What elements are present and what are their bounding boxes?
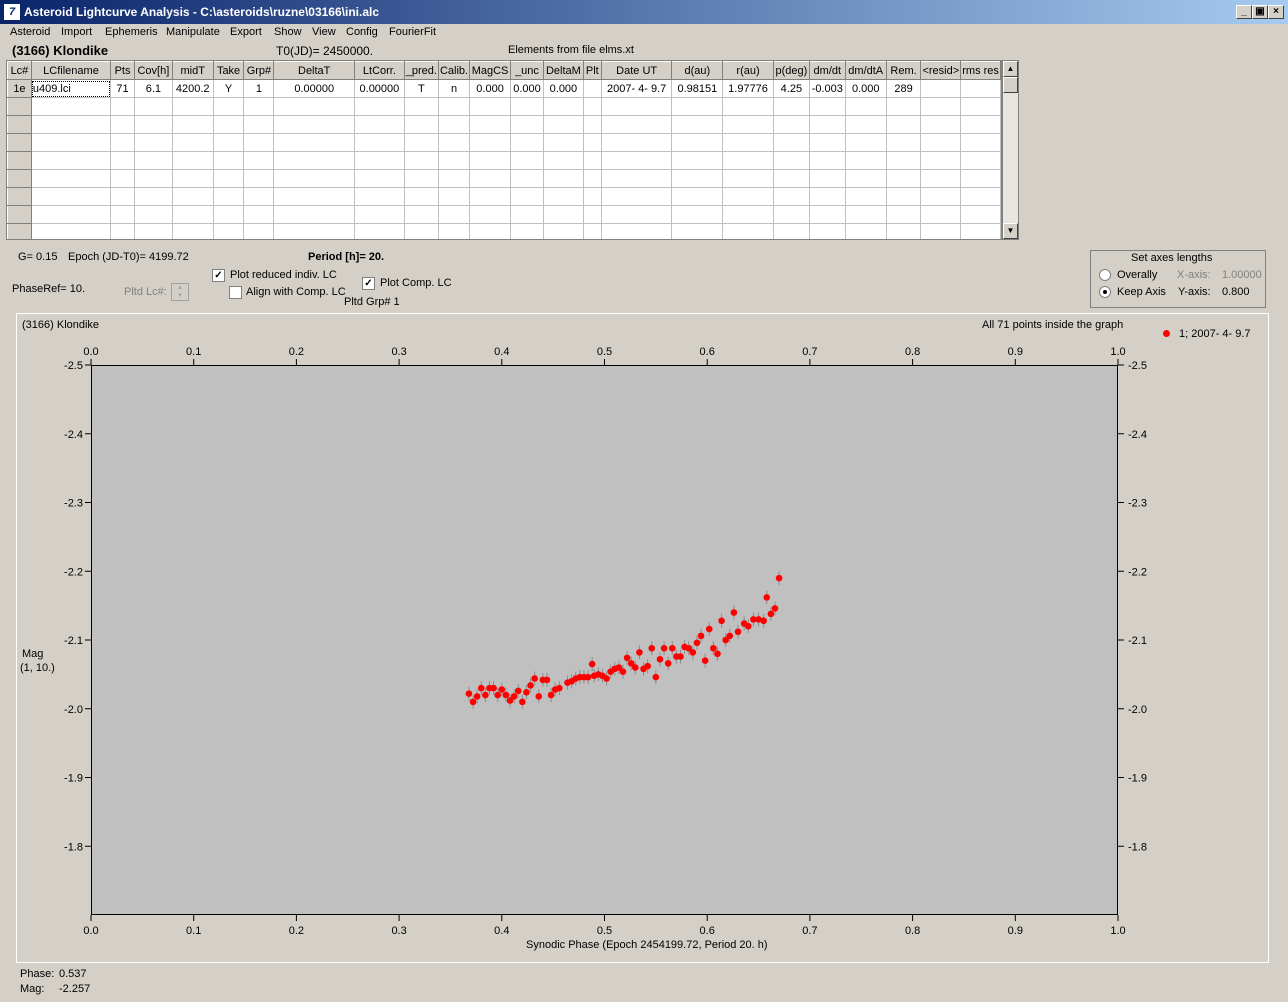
x-tick-label-bottom: 0.5 — [597, 925, 612, 937]
x-tick-label-bottom: 0.2 — [289, 925, 304, 937]
y-tick-label-right: -2.3 — [1128, 498, 1147, 510]
data-point — [490, 684, 497, 692]
x-tick-label-bottom: 0.9 — [1008, 925, 1023, 937]
data-point — [502, 691, 510, 699]
x-tick-label-bottom: 0.7 — [802, 925, 817, 937]
data-point — [726, 632, 734, 640]
data-point — [473, 693, 481, 700]
data-point — [771, 605, 779, 612]
data-point — [535, 693, 543, 700]
y-tick-label-left: -2.1 — [64, 635, 83, 647]
y-tick-label-right: -2.2 — [1128, 566, 1147, 578]
data-point — [514, 687, 522, 695]
data-point — [767, 610, 775, 618]
y-tick-label-left: -2.5 — [64, 360, 83, 372]
data-point — [543, 676, 551, 684]
y-tick-label-right: -2.5 — [1128, 360, 1147, 372]
x-tick-label-top: 0.6 — [700, 346, 715, 358]
x-tick-label-top: 0.5 — [597, 346, 612, 358]
x-tick-label-top: 0.2 — [289, 346, 304, 358]
x-tick-label-top: 0.3 — [391, 346, 406, 358]
data-point — [547, 691, 555, 699]
data-point — [775, 574, 783, 582]
data-point — [734, 628, 742, 636]
data-point — [714, 650, 721, 658]
mag-value: -2.257 — [59, 983, 91, 995]
data-point — [494, 691, 501, 699]
x-tick-label-bottom: 0.6 — [700, 925, 715, 937]
data-point — [697, 632, 705, 640]
x-tick-label-top: 0.0 — [83, 346, 98, 358]
data-point — [603, 675, 610, 682]
data-point — [498, 686, 506, 693]
data-point — [531, 675, 538, 682]
data-point — [636, 649, 643, 656]
y-tick-label-left: -2.4 — [64, 429, 83, 441]
data-point — [710, 644, 717, 652]
x-tick-label-top: 1.0 — [1110, 346, 1125, 358]
data-point — [705, 625, 713, 633]
lightcurve-chart: 0.0 0.0 0.1 0.1 0.2 0.2 0.3 0.3 0.4 0.4 0.5 0.5 0.6 0… — [64, 346, 1147, 937]
data-point — [588, 660, 596, 668]
phase-label: Phase: — [20, 968, 55, 980]
data-point — [652, 673, 660, 681]
data-point — [718, 617, 725, 625]
y-tick-label-right: -1.8 — [1128, 841, 1147, 853]
x-tick-label-top: 0.9 — [1008, 346, 1023, 358]
x-tick-label-bottom: 0.3 — [391, 925, 406, 937]
y-tick-label-right: -2.0 — [1128, 704, 1147, 716]
data-point — [527, 682, 534, 689]
data-point — [660, 644, 668, 652]
data-point — [701, 657, 709, 664]
data-point — [556, 684, 563, 692]
phase-value: 0.537 — [59, 968, 87, 980]
data-point — [664, 660, 672, 667]
data-point — [510, 693, 518, 700]
data-point — [632, 664, 639, 671]
data-point — [523, 688, 530, 696]
mag-label: Mag: — [20, 983, 45, 995]
data-point — [619, 668, 627, 675]
data-point — [465, 690, 473, 697]
data-point — [693, 639, 701, 647]
y-tick-label-right: -1.9 — [1128, 773, 1147, 785]
x-tick-label-top: 0.8 — [905, 346, 920, 358]
y-tick-label-left: -2.3 — [64, 498, 83, 510]
x-tick-label-bottom: 0.0 — [83, 925, 98, 937]
data-point — [644, 662, 651, 670]
data-point — [656, 655, 664, 663]
x-tick-label-bottom: 0.1 — [186, 925, 201, 937]
data-point — [730, 609, 738, 616]
y-tick-label-right: -2.4 — [1128, 429, 1147, 441]
y-tick-label-left: -2.2 — [64, 566, 83, 578]
data-point — [519, 698, 526, 706]
x-tick-label-top: 0.1 — [186, 346, 201, 358]
y-tick-label-left: -2.0 — [64, 704, 83, 716]
x-tick-label-bottom: 1.0 — [1110, 925, 1125, 937]
x-tick-label-bottom: 0.4 — [494, 925, 509, 937]
y-tick-label-right: -2.1 — [1128, 635, 1147, 647]
y-tick-label-left: -1.8 — [64, 841, 83, 853]
data-point — [763, 594, 771, 601]
data-point — [689, 649, 697, 656]
x-tick-label-bottom: 0.8 — [905, 925, 920, 937]
data-point — [477, 684, 485, 692]
data-point — [744, 622, 752, 630]
data-point — [668, 644, 676, 652]
data-point — [584, 673, 592, 681]
data-point — [760, 617, 767, 625]
data-point — [648, 644, 656, 652]
data-point — [482, 691, 489, 699]
data-point — [469, 698, 477, 706]
x-tick-label-top: 0.7 — [802, 346, 817, 358]
data-point — [623, 654, 631, 662]
y-tick-label-left: -1.9 — [64, 773, 83, 785]
data-point — [677, 653, 684, 660]
x-tick-label-top: 0.4 — [494, 346, 509, 358]
